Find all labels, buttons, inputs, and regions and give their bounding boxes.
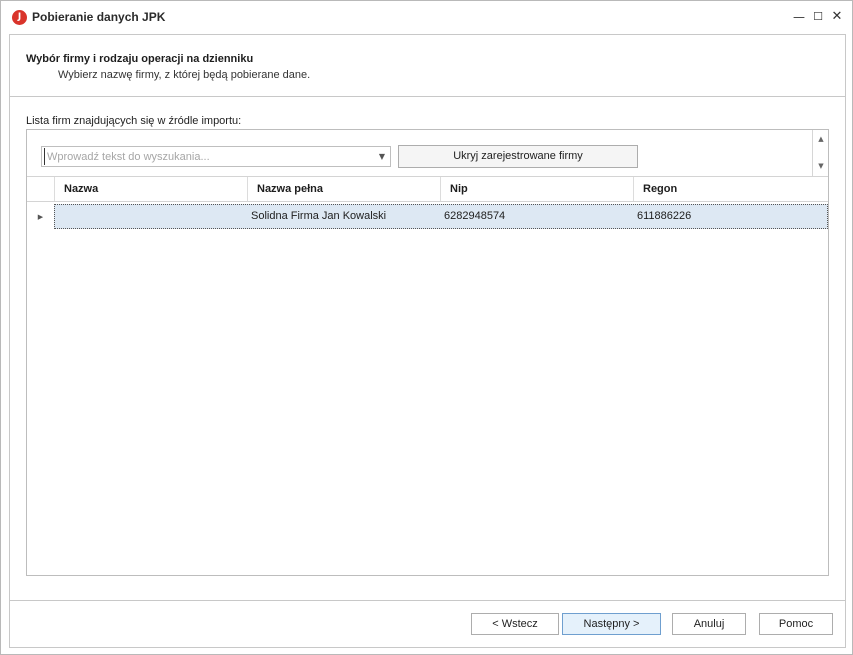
column-header-nip[interactable]: Nip [440, 177, 633, 201]
step-title: Wybór firmy i rodzaju operacji na dzienn… [26, 53, 254, 65]
cell-nip[interactable]: 6282948574 [441, 205, 634, 228]
grid-toolbar: ▼ Ukryj zarejestrowane firmy [27, 130, 812, 176]
cell-regon[interactable]: 611886226 [634, 205, 827, 228]
search-combo[interactable]: ▼ [41, 146, 391, 167]
wizard-content: Wybór firmy i rodzaju operacji na dzienn… [9, 34, 846, 648]
help-button[interactable]: Pomoc [759, 613, 833, 635]
triangle-right-icon: ▶ [37, 213, 44, 221]
cell-nazwa-pelna[interactable]: Solidna Firma Jan Kowalski [248, 205, 441, 228]
close-button[interactable]: ✕ [828, 7, 846, 27]
cancel-button[interactable]: Anuluj [672, 613, 746, 635]
back-button[interactable]: < Wstecz [471, 613, 559, 635]
minimize-button[interactable]: — [790, 7, 808, 27]
jpk-app-icon: J [12, 10, 27, 25]
title-bar: J Pobieranie danych JPK — ☐ ✕ [1, 1, 852, 33]
toolbar-scrollbar[interactable]: ▲ ▼ [812, 130, 828, 176]
chevron-down-icon[interactable]: ▼ [375, 149, 389, 164]
column-header-nazwa[interactable]: Nazwa [54, 177, 247, 201]
grid-header: Nazwa Nazwa pełna Nip Regon [27, 176, 828, 202]
wizard-header: Wybór firmy i rodzaju operacji na dzienn… [10, 35, 845, 97]
triangle-up-icon[interactable]: ▲ [816, 134, 826, 144]
column-header-regon[interactable]: Regon [633, 177, 828, 201]
maximize-button[interactable]: ☐ [809, 7, 827, 27]
footer-divider [10, 600, 845, 601]
search-input[interactable] [44, 148, 369, 165]
dialog-window: J Pobieranie danych JPK — ☐ ✕ Wybór firm… [0, 0, 853, 655]
next-button[interactable]: Następny > [562, 613, 661, 635]
row-indicator-header [27, 177, 54, 201]
table-row-cells[interactable]: Solidna Firma Jan Kowalski 6282948574 61… [54, 204, 828, 229]
cell-nazwa[interactable] [55, 205, 248, 228]
triangle-down-icon[interactable]: ▼ [816, 161, 826, 171]
step-subtitle: Wybierz nazwę firmy, z której będą pobie… [58, 69, 311, 81]
company-grid: ▼ Ukryj zarejestrowane firmy ▲ ▼ Nazwa N… [26, 129, 829, 576]
window-title: Pobieranie danych JPK [32, 10, 166, 24]
table-row[interactable]: ▶ Solidna Firma Jan Kowalski 6282948574 … [27, 204, 828, 230]
hide-registered-button[interactable]: Ukryj zarejestrowane firmy [398, 145, 638, 168]
column-header-nazwa-pelna[interactable]: Nazwa pełna [247, 177, 440, 201]
company-list-label: Lista firm znajdujących się w źródle imp… [26, 115, 242, 127]
